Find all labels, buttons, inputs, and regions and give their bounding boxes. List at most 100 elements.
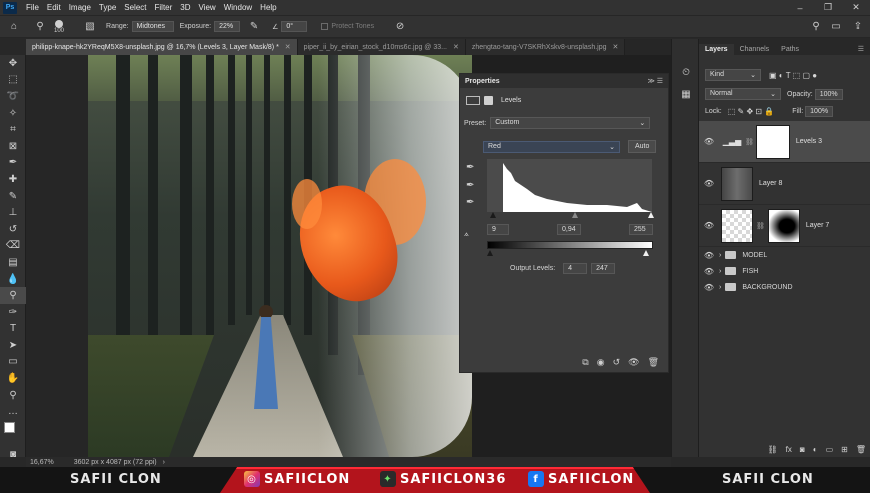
input-white-field[interactable]: 255 — [629, 224, 653, 235]
delete-icon[interactable]: 🗑 — [648, 357, 659, 368]
preset-select[interactable]: Custom ⌄ — [490, 117, 651, 129]
share-icon[interactable]: ⇪ — [850, 19, 866, 35]
new-adjustment-icon[interactable]: ◐ — [813, 445, 818, 454]
zoom-level[interactable]: 16,67% — [30, 459, 54, 466]
gray-point-eyedropper-icon[interactable]: ✒ — [466, 180, 474, 191]
restore-icon[interactable]: ❐ — [814, 0, 842, 15]
airbrush-icon[interactable]: ✎ — [246, 19, 262, 35]
protect-tones-checkbox[interactable] — [321, 23, 329, 30]
chevron-right-icon[interactable]: › — [163, 459, 165, 466]
output-white-field[interactable]: 247 — [591, 263, 616, 274]
opacity-input[interactable]: 100% — [814, 88, 843, 100]
type-tool-icon[interactable]: T — [0, 321, 26, 338]
input-black-field[interactable]: 9 — [487, 224, 509, 235]
layer-row-layer-8[interactable]: 👁 Layer 8 — [699, 163, 870, 205]
history-panel-icon[interactable]: ⏲ — [672, 61, 700, 83]
chevron-right-icon[interactable]: › — [719, 252, 721, 259]
menu-view[interactable]: Window — [220, 3, 256, 12]
protect-tones-option[interactable]: Protect Tones — [321, 23, 374, 30]
layer-mask-thumbnail[interactable] — [755, 124, 790, 159]
output-white-slider[interactable] — [643, 250, 649, 256]
more-tools-icon[interactable]: … — [0, 403, 26, 420]
eye-icon[interactable]: 👁 — [699, 179, 719, 188]
eye-icon[interactable]: 👁 — [699, 137, 719, 146]
pressure-size-icon[interactable]: ⊘ — [392, 19, 408, 35]
menu-edit[interactable]: Edit — [43, 3, 65, 12]
document-tab-3[interactable]: zhengtao-tang-V7SKRhXskv8-unsplash.jpg ✕ — [465, 39, 626, 55]
tab-channels[interactable]: Channels — [734, 44, 776, 55]
clone-stamp-tool-icon[interactable]: ⊥ — [0, 204, 26, 221]
new-group-icon[interactable]: ▭ — [826, 445, 834, 454]
menu-filter[interactable]: 3D — [176, 3, 194, 12]
zoom-tool-icon[interactable]: ⚲ — [0, 387, 26, 404]
foreground-color-swatch[interactable] — [4, 422, 15, 434]
brush-tool-icon[interactable]: ✎ — [0, 188, 26, 205]
tab-paths[interactable]: Paths — [775, 44, 805, 55]
angle-input[interactable]: 0° — [281, 21, 308, 32]
layer-mask-icon[interactable] — [484, 96, 493, 105]
view-previous-icon[interactable]: ◉ — [597, 357, 605, 368]
close-tab-icon[interactable]: ✕ — [613, 43, 619, 51]
range-select[interactable]: Midtones — [131, 21, 174, 32]
menu-window[interactable]: Help — [256, 3, 280, 12]
marquee-tool-icon[interactable]: ⬚ — [0, 72, 26, 89]
close-window-icon[interactable]: ✕ — [842, 0, 870, 15]
tab-layers[interactable]: Layers — [699, 44, 734, 55]
quick-select-tool-icon[interactable]: ✧ — [0, 105, 26, 122]
eraser-tool-icon[interactable]: ⌫ — [0, 238, 26, 255]
white-point-eyedropper-icon[interactable]: ✒ — [466, 197, 474, 208]
close-tab-icon[interactable]: ✕ — [453, 43, 459, 51]
minimize-icon[interactable]: – — [786, 0, 814, 15]
layer-thumbnail[interactable] — [721, 166, 753, 201]
move-tool-icon[interactable]: ✥ — [0, 55, 26, 72]
input-gamma-slider[interactable] — [572, 212, 578, 218]
eye-icon[interactable]: 👁 — [699, 251, 719, 260]
rectangle-tool-icon[interactable]: ▭ — [0, 354, 26, 371]
clip-to-layer-icon[interactable]: ⧉ — [582, 357, 588, 368]
brush-preset-picker[interactable]: 100 — [54, 19, 64, 34]
eye-icon[interactable]: 👁 — [699, 267, 719, 276]
delete-layer-icon[interactable]: 🗑 — [856, 445, 866, 454]
layer-row-layer-7[interactable]: 👁 ⛓ Layer 7 — [699, 205, 870, 247]
menu-type[interactable]: Select — [120, 3, 150, 12]
auto-target-icon[interactable]: ⟑ — [464, 229, 469, 239]
eye-icon[interactable]: 👁 — [699, 283, 719, 292]
layer-thumbnail[interactable] — [721, 208, 753, 243]
add-mask-icon[interactable]: ◙ — [800, 445, 805, 454]
channel-select[interactable]: Red ⌄ — [483, 140, 620, 153]
layer-mask-thumbnail[interactable] — [767, 208, 800, 243]
adjustments-panel-icon[interactable]: ▦ — [672, 83, 700, 105]
menu-file[interactable]: File — [22, 3, 43, 12]
filter-icons[interactable]: ▣ ◐ T ⬚ ▢ ● — [769, 71, 817, 80]
link-icon[interactable]: ⛓ — [756, 222, 765, 230]
pen-tool-icon[interactable]: ✑ — [0, 304, 26, 321]
menu-image[interactable]: Image — [65, 3, 95, 12]
visibility-icon[interactable]: 👁 — [628, 357, 639, 368]
link-layers-icon[interactable]: ⛓ — [768, 445, 778, 454]
filter-kind-select[interactable]: Kind ⌄ — [705, 69, 761, 81]
group-row-model[interactable]: 👁 › MODEL — [699, 247, 870, 263]
document-tab-2[interactable]: piper_ii_by_eirian_stock_d10ms6c.jpg @ 3… — [297, 39, 466, 55]
blur-tool-icon[interactable]: 💧 — [0, 271, 26, 288]
output-black-field[interactable]: 4 — [563, 263, 588, 274]
workspace-icon[interactable]: ▭ — [828, 19, 844, 35]
link-icon[interactable]: ⛓ — [745, 138, 754, 146]
lock-icons[interactable]: ⬚ ✎ ✥ ⊡ 🔒 — [728, 107, 775, 116]
history-brush-tool-icon[interactable]: ↺ — [0, 221, 26, 238]
eye-icon[interactable]: 👁 — [699, 221, 719, 230]
frame-tool-icon[interactable]: ⊠ — [0, 138, 26, 155]
eyedropper-tool-icon[interactable]: ✒ — [0, 155, 26, 172]
input-white-slider[interactable] — [648, 212, 654, 218]
black-point-eyedropper-icon[interactable]: ✒ — [466, 162, 474, 173]
home-icon[interactable]: ⌂ — [6, 19, 22, 35]
reset-icon[interactable]: ↺ — [613, 357, 621, 368]
color-swatches[interactable] — [0, 420, 26, 446]
crop-tool-icon[interactable]: ⌗ — [0, 121, 26, 138]
output-black-slider[interactable] — [487, 250, 493, 256]
document-tab-1[interactable]: philipp-knape-hk2YReqM5X8-unsplash.jpg @… — [26, 39, 298, 55]
lasso-tool-icon[interactable]: ➰ — [0, 88, 26, 105]
path-select-tool-icon[interactable]: ➤ — [0, 337, 26, 354]
dodge-tool-icon[interactable]: ⚲ — [0, 287, 26, 304]
layer-style-icon[interactable]: fx — [786, 445, 792, 454]
chevron-right-icon[interactable]: › — [719, 284, 721, 291]
